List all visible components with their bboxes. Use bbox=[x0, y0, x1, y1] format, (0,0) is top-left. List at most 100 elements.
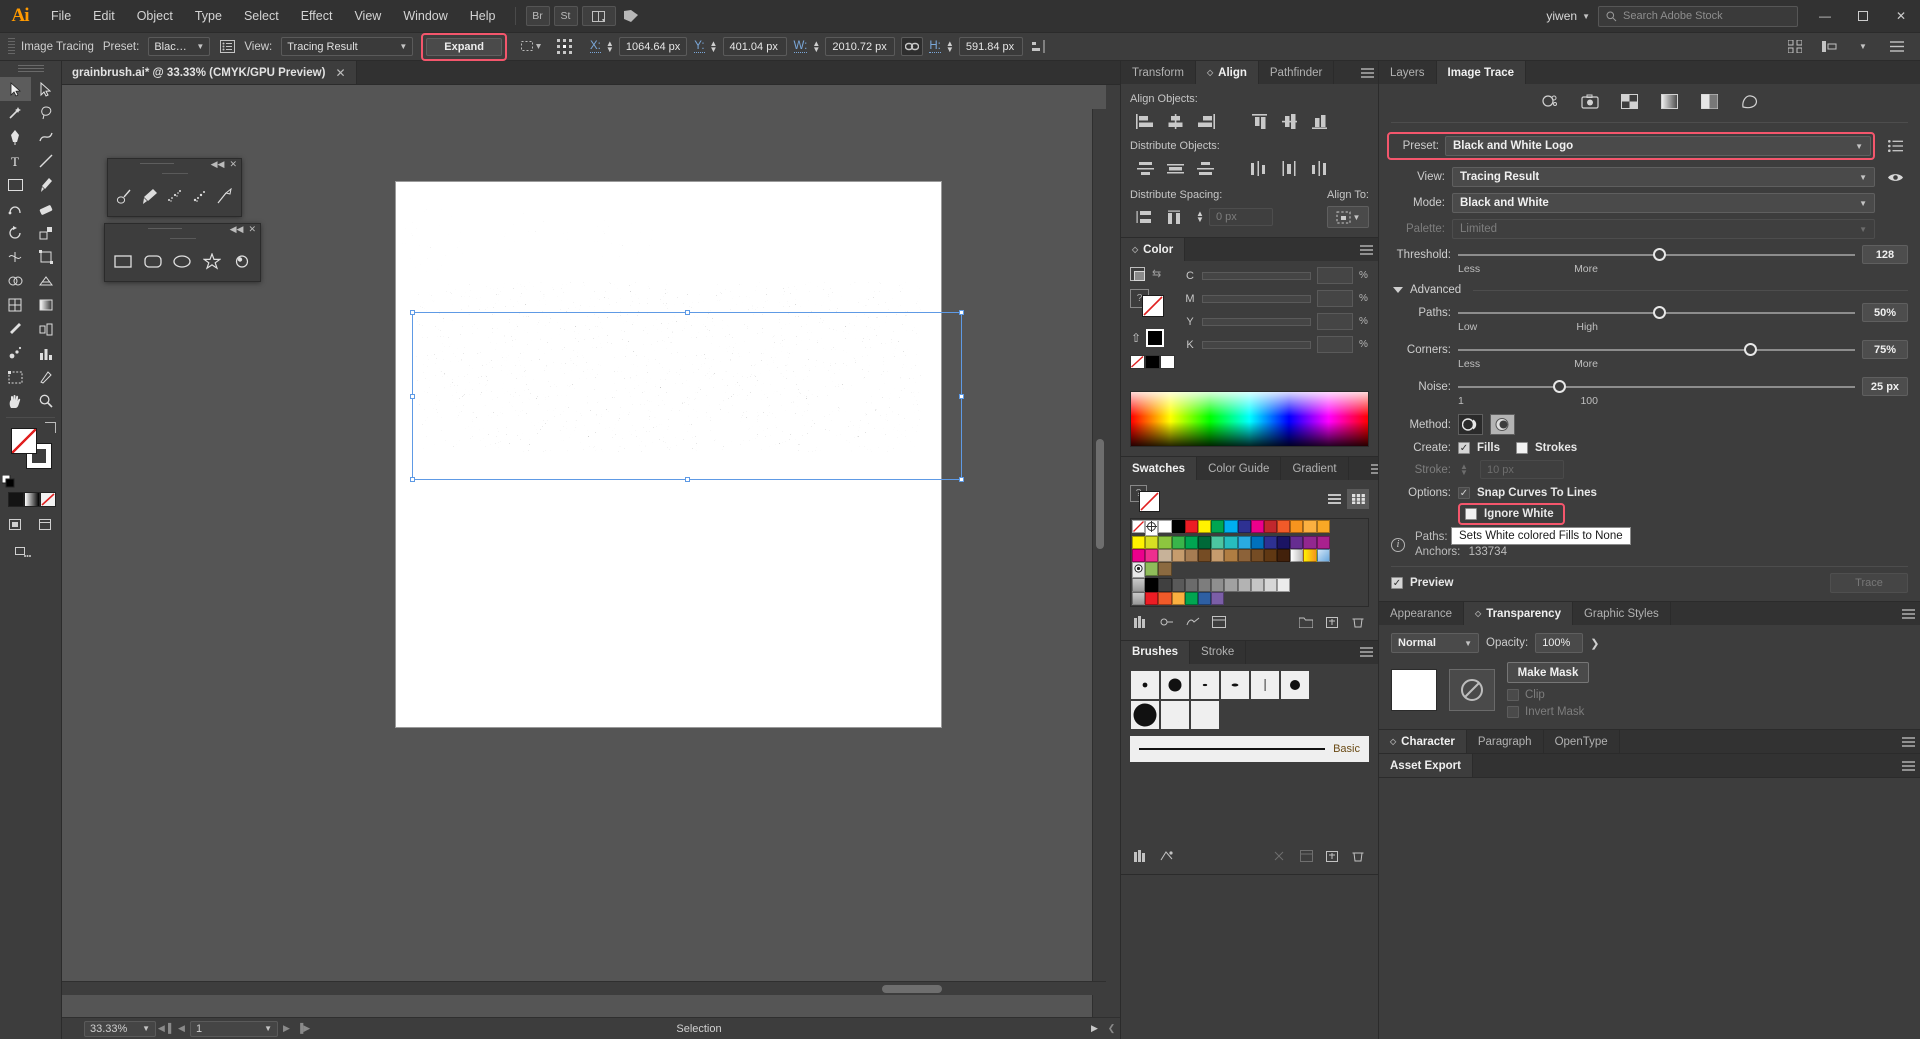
vertical-align-top-icon[interactable] bbox=[1244, 110, 1274, 132]
selection-handle[interactable] bbox=[959, 477, 964, 482]
vertical-scrollbar[interactable] bbox=[1092, 109, 1106, 1017]
preset-menu-icon[interactable] bbox=[1882, 140, 1908, 152]
horizontal-scrollbar[interactable] bbox=[62, 981, 1106, 995]
close-icon[interactable]: ✕ bbox=[335, 66, 345, 80]
swatch-color[interactable] bbox=[1184, 536, 1198, 550]
chevron-down-icon[interactable]: ▼ bbox=[264, 1024, 272, 1033]
artboard-tool[interactable] bbox=[0, 365, 31, 389]
advanced-disclosure[interactable]: Advanced bbox=[1393, 284, 1908, 296]
h-field[interactable]: 591.84 px bbox=[958, 37, 1023, 56]
brush-grain-dense[interactable] bbox=[1160, 699, 1190, 730]
width-tool[interactable] bbox=[0, 245, 31, 269]
chevron-down-icon[interactable]: ▼ bbox=[142, 1024, 150, 1033]
magic-wand-tool[interactable] bbox=[0, 101, 31, 125]
panel-menu-icon[interactable] bbox=[1354, 238, 1378, 261]
swatch-gray-group[interactable] bbox=[1132, 591, 1146, 605]
snap-curves-checkbox[interactable]: ✓ bbox=[1458, 487, 1470, 499]
paintbrush-tool-icon[interactable] bbox=[139, 183, 161, 209]
swatch-color[interactable] bbox=[1197, 591, 1212, 605]
swatch-lightorange[interactable] bbox=[1303, 520, 1317, 534]
rectangle-tool[interactable] bbox=[0, 173, 31, 197]
palette-title-bar[interactable]: ◀◀ ✕ bbox=[108, 159, 241, 170]
selection-handle[interactable] bbox=[685, 310, 690, 315]
brushes-flyout-palette[interactable]: ◀◀ ✕ bbox=[107, 158, 242, 217]
swatch-amber[interactable] bbox=[1316, 520, 1330, 534]
noise-slider[interactable] bbox=[1458, 379, 1855, 395]
color-fill-button[interactable] bbox=[8, 492, 24, 507]
y-stepper[interactable]: ▲ ▼ bbox=[708, 39, 720, 53]
perspective-grid-tool[interactable] bbox=[31, 269, 62, 293]
magenta-value[interactable] bbox=[1317, 290, 1353, 307]
none-swatch-icon[interactable] bbox=[1130, 355, 1145, 369]
selection-handle[interactable] bbox=[410, 477, 415, 482]
w-field[interactable]: 2010.72 px bbox=[825, 37, 896, 56]
eyedropper-tool[interactable] bbox=[0, 317, 31, 341]
swatch-libraries-icon[interactable] bbox=[1130, 613, 1152, 631]
opacity-field[interactable]: 100% bbox=[1535, 633, 1584, 653]
swatch-gray[interactable] bbox=[1250, 578, 1264, 592]
low-color-icon[interactable] bbox=[1615, 90, 1645, 112]
arrange-documents-button[interactable] bbox=[581, 6, 616, 26]
horizontal-align-right-icon[interactable] bbox=[1190, 110, 1220, 132]
horizontal-align-center-icon[interactable] bbox=[1160, 110, 1190, 132]
control-bar-grip[interactable] bbox=[8, 37, 15, 56]
panel-menu-icon[interactable] bbox=[1354, 640, 1378, 664]
strokes-checkbox[interactable] bbox=[1516, 442, 1529, 454]
menu-effect[interactable]: Effect bbox=[290, 0, 344, 33]
direct-selection-tool[interactable] bbox=[31, 77, 62, 101]
swatch-color[interactable] bbox=[1132, 549, 1146, 563]
status-tool-label[interactable]: Selection bbox=[312, 1023, 1086, 1035]
swatch-color[interactable] bbox=[1184, 591, 1198, 605]
type-tool[interactable]: T bbox=[0, 149, 31, 173]
zoom-level-control[interactable]: 33.33% ▼ bbox=[84, 1020, 156, 1037]
link-proportions-icon[interactable] bbox=[901, 37, 924, 56]
swatch-orangered[interactable] bbox=[1277, 520, 1291, 534]
fill-swatch[interactable] bbox=[11, 428, 37, 454]
swatch-color[interactable] bbox=[1158, 549, 1172, 563]
white-swatch-icon[interactable] bbox=[1160, 355, 1175, 369]
swatch-red[interactable] bbox=[1184, 520, 1198, 534]
image-trace-panel-icon[interactable] bbox=[216, 37, 238, 57]
black-and-white-icon[interactable] bbox=[1695, 90, 1725, 112]
x-field[interactable]: 1064.64 px bbox=[618, 37, 688, 56]
swatch-color[interactable] bbox=[1224, 549, 1238, 563]
collapse-icon[interactable]: ◀◀ bbox=[230, 224, 244, 235]
swatches-grid[interactable] bbox=[1130, 518, 1369, 607]
color-spectrum-bar[interactable] bbox=[1130, 391, 1369, 447]
horizontal-distribute-center-icon[interactable] bbox=[1274, 157, 1304, 179]
reference-point-icon[interactable] bbox=[555, 37, 577, 57]
swatch-color[interactable] bbox=[1277, 549, 1291, 563]
control-panel-menu-icon[interactable] bbox=[1886, 37, 1908, 57]
chevron-down-icon[interactable]: ▼ bbox=[1852, 37, 1874, 57]
selection-handle[interactable] bbox=[959, 394, 964, 399]
black-swatch-icon[interactable] bbox=[1145, 355, 1160, 369]
brush-dot-xlarge[interactable] bbox=[1130, 699, 1160, 730]
paths-value[interactable]: 50% bbox=[1862, 303, 1908, 322]
opacity-flyout-icon[interactable]: ❯ bbox=[1590, 637, 1599, 650]
outline-icon[interactable] bbox=[1735, 90, 1765, 112]
tab-gradient[interactable]: Gradient bbox=[1281, 457, 1349, 480]
grain-brush-2-icon[interactable] bbox=[188, 183, 210, 209]
menu-select[interactable]: Select bbox=[233, 0, 290, 33]
list-view-icon[interactable] bbox=[1323, 489, 1345, 509]
abutting-method-icon[interactable] bbox=[1458, 414, 1483, 435]
maximize-button[interactable] bbox=[1844, 0, 1882, 33]
pen-tool[interactable] bbox=[0, 125, 31, 149]
vertical-align-center-icon[interactable] bbox=[1274, 110, 1304, 132]
vertical-distribute-center-icon[interactable] bbox=[1160, 157, 1190, 179]
none-fill-button[interactable] bbox=[40, 492, 56, 507]
column-graph-tool[interactable] bbox=[31, 341, 62, 365]
menu-view[interactable]: View bbox=[343, 0, 392, 33]
delete-brush-icon[interactable] bbox=[1347, 847, 1369, 865]
swatch-color[interactable] bbox=[1303, 536, 1317, 550]
scatter-brush-icon[interactable] bbox=[213, 183, 235, 209]
selection-bounding-box[interactable] bbox=[410, 310, 964, 482]
star-tool-icon[interactable] bbox=[200, 248, 225, 274]
swatch-color[interactable] bbox=[1197, 536, 1212, 550]
brush-grain-sparse[interactable] bbox=[1190, 699, 1220, 730]
selection-handle[interactable] bbox=[959, 310, 964, 315]
show-swatch-kinds-icon[interactable] bbox=[1156, 613, 1178, 631]
swatch-cyan[interactable] bbox=[1224, 520, 1238, 534]
last-artboard-button[interactable]: ▐▶ bbox=[295, 1023, 312, 1034]
toolbar-grip[interactable] bbox=[0, 65, 61, 74]
